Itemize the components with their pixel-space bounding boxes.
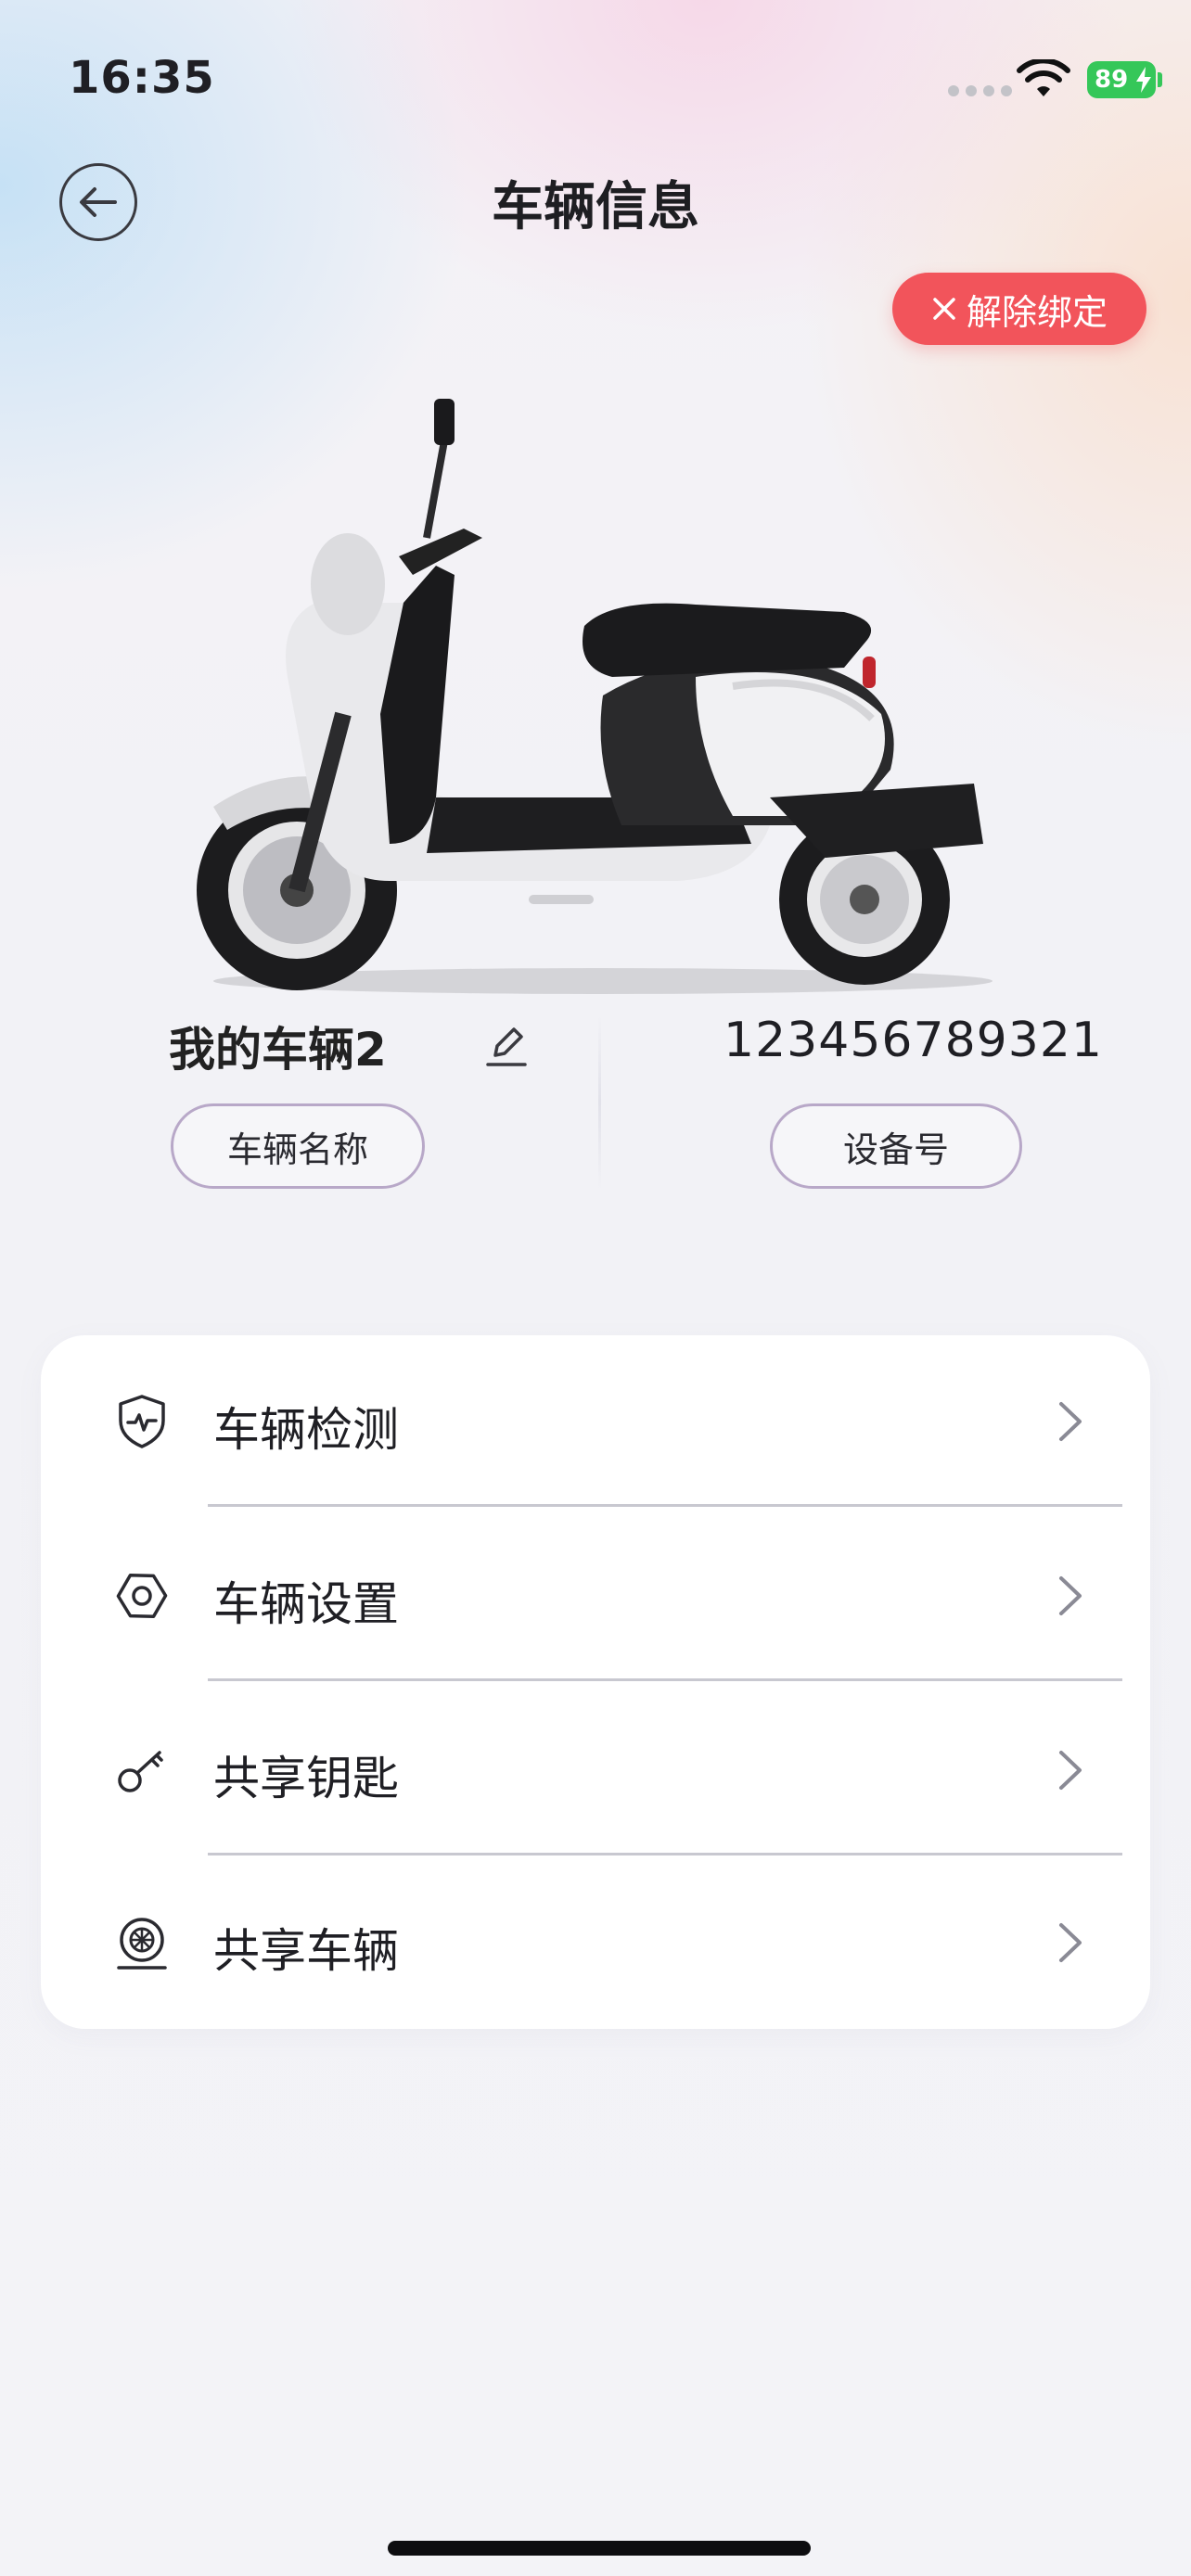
device-number-tag: 设备号 (770, 1103, 1022, 1189)
menu-label-vehicle-detection: 车辆检测 (213, 1403, 399, 1457)
battery-tip (1158, 72, 1162, 87)
vehicle-name: 我的车辆2 (169, 1023, 387, 1077)
menu-label-share-key: 共享钥匙 (213, 1752, 399, 1805)
menu-item-share-key[interactable]: 共享钥匙 (41, 1684, 1150, 1856)
menu-item-vehicle-settings[interactable]: 车辆设置 (41, 1510, 1150, 1682)
shield-pulse-icon (119, 1395, 165, 1448)
menu-item-vehicle-detection[interactable]: 车辆检测 (41, 1335, 1150, 1508)
menu-label-share-vehicle: 共享车辆 (213, 1924, 399, 1978)
menu-label-vehicle-settings: 车辆设置 (213, 1577, 399, 1631)
vehicle-name-tag: 车辆名称 (171, 1103, 425, 1189)
chevron-right-icon (1059, 1576, 1082, 1615)
info-divider (598, 1014, 601, 1191)
key-icon (118, 1751, 163, 1792)
wheel-icon (117, 1918, 167, 1970)
unbind-button[interactable]: 解除绑定 (892, 273, 1146, 345)
chevron-right-icon (1059, 1923, 1082, 1962)
chevron-right-icon (1059, 1751, 1082, 1790)
status-time: 16:35 (69, 52, 215, 104)
page-title: 车辆信息 (492, 177, 699, 237)
menu-item-share-vehicle[interactable]: 共享车辆 (41, 1856, 1150, 2029)
edit-pencil-icon[interactable] (482, 1020, 531, 1070)
hex-nut-icon (116, 1573, 168, 1619)
charging-bolt-icon (1136, 67, 1151, 93)
vehicle-menu-card: 车辆检测 车辆设置 共享钥匙 共享车辆 (41, 1335, 1150, 2029)
chevron-right-icon (1059, 1402, 1082, 1441)
menu-divider (208, 1853, 1122, 1855)
menu-divider (208, 1678, 1122, 1681)
device-number: 123456789321 (724, 1013, 1104, 1068)
close-icon (933, 298, 955, 320)
wifi-icon (1017, 59, 1070, 96)
cellular-signal-icon (948, 85, 1012, 96)
home-indicator[interactable] (388, 2541, 811, 2556)
menu-divider (208, 1504, 1122, 1507)
scooter-image (197, 399, 992, 994)
unbind-label: 解除绑定 (966, 291, 1108, 333)
battery-level: 89 (1095, 66, 1129, 94)
